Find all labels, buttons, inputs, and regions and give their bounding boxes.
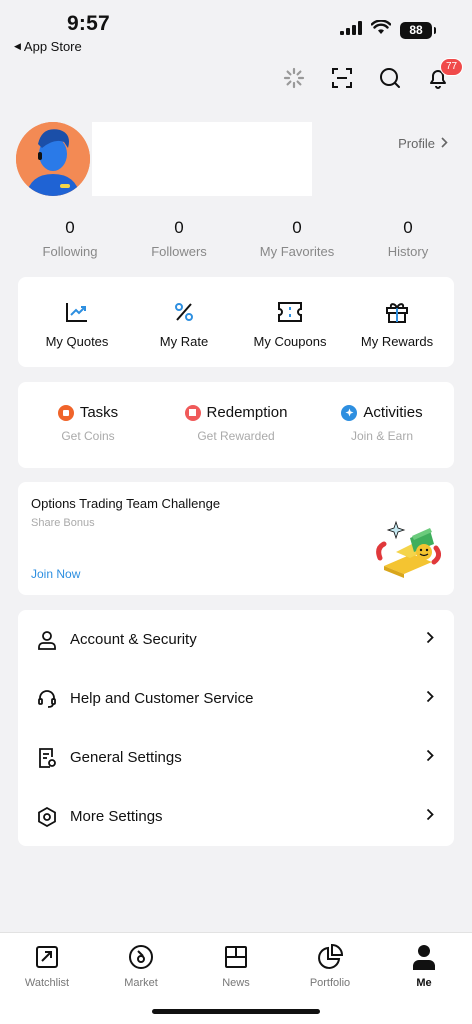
gift-icon (342, 299, 452, 325)
status-time: 9:57 (67, 12, 110, 35)
top-toolbar: 77 (282, 58, 464, 90)
coupon-icon (235, 299, 345, 325)
tab-news[interactable]: News (196, 943, 276, 989)
stat-following[interactable]: 0 Following (20, 218, 120, 259)
earn-subtitle: Join & Earn (350, 429, 414, 443)
tab-me[interactable]: Me (384, 943, 464, 989)
my-rate-button[interactable]: My Rate (129, 299, 239, 349)
tab-label: News (222, 977, 250, 989)
notification-bell-icon[interactable]: 77 (426, 58, 464, 90)
stat-value: 0 (174, 218, 184, 237)
status-bar: 9:57 ◀ App Store 88 (0, 0, 472, 60)
tab-label: Me (416, 977, 432, 989)
tab-portfolio[interactable]: Portfolio (290, 943, 370, 989)
chevron-right-icon (426, 808, 434, 826)
tab-label: Watchlist (24, 977, 70, 989)
chart-line-icon (22, 299, 132, 325)
wifi-icon (370, 19, 392, 40)
earn-subtitle: Get Coins (61, 429, 115, 443)
menu-item-label: Help and Customer Service (70, 690, 254, 707)
redemption-button[interactable]: Redemption Get Rewarded (166, 404, 306, 443)
earn-title: Tasks (79, 404, 119, 421)
earn-title: Activities (363, 404, 423, 421)
my-rewards-button[interactable]: My Rewards (342, 299, 452, 349)
my-coupons-button[interactable]: My Coupons (235, 299, 345, 349)
profile-link[interactable]: Profile (398, 136, 448, 151)
headset-icon (36, 688, 58, 710)
stats-row: 0 Following 0 Followers 0 My Favorites 0… (0, 218, 472, 262)
promo-illustration (374, 518, 446, 580)
menu-item-account-security[interactable]: Account & Security (18, 610, 454, 669)
profile-header: Profile (16, 122, 456, 198)
back-app-label: App Store (23, 39, 82, 54)
me-icon (384, 943, 464, 971)
tab-label: Portfolio (309, 977, 351, 989)
stat-value: 0 (292, 218, 302, 237)
stat-value: 0 (403, 218, 413, 237)
percent-icon (129, 299, 239, 325)
menu-item-label: Account & Security (70, 631, 197, 648)
user-icon (36, 629, 58, 651)
chevron-right-icon (426, 690, 434, 708)
earn-subtitle: Get Rewarded (197, 429, 275, 443)
my-quotes-button[interactable]: My Quotes (22, 299, 132, 349)
avatar[interactable] (16, 122, 90, 196)
profile-link-label: Profile (398, 136, 435, 151)
chevron-right-icon (426, 631, 434, 649)
stat-label: My Favorites (259, 244, 335, 259)
tab-market[interactable]: Market (101, 943, 181, 989)
chevron-right-icon (441, 136, 448, 151)
activities-button[interactable]: Activities Join & Earn (312, 404, 452, 443)
menu-item-label: More Settings (70, 808, 163, 825)
tasks-button[interactable]: Tasks Get Coins (18, 404, 158, 443)
chevron-right-icon (426, 749, 434, 767)
promo-title: Options Trading Team Challenge (31, 496, 221, 511)
earn-card: Tasks Get Coins Redemption Get Rewarded … (18, 382, 454, 468)
quick-actions-card: My Quotes My Rate My Coupons My Rewards (18, 277, 454, 367)
activities-icon (341, 404, 358, 421)
battery-indicator: 88 (400, 21, 436, 39)
join-now-link[interactable]: Join Now (31, 567, 80, 581)
promo-subtitle: Share Bonus (31, 517, 95, 529)
stat-label: Following (42, 244, 98, 259)
stat-history[interactable]: 0 History (358, 218, 458, 259)
hexagon-gear-icon (36, 806, 58, 828)
quick-action-label: My Rewards (360, 334, 434, 349)
menu-item-help-customer-service[interactable]: Help and Customer Service (18, 669, 454, 728)
quick-action-label: My Coupons (253, 334, 327, 349)
tab-watchlist[interactable]: Watchlist (7, 943, 87, 989)
settings-doc-icon (36, 747, 58, 769)
loading-spinner-icon (282, 66, 306, 90)
stat-value: 0 (65, 218, 75, 237)
home-indicator (152, 1009, 320, 1014)
tab-label: Market (124, 977, 158, 989)
back-to-app-link[interactable]: ◀ App Store (14, 39, 82, 54)
promo-banner[interactable]: Options Trading Team Challenge Share Bon… (18, 482, 454, 595)
watchlist-icon (7, 943, 87, 971)
menu-item-more-settings[interactable]: More Settings (18, 787, 454, 846)
portfolio-icon (290, 943, 370, 971)
system-icons: 88 (340, 19, 436, 40)
stat-my-favorites[interactable]: 0 My Favorites (247, 218, 347, 259)
menu-item-label: General Settings (70, 749, 182, 766)
stat-followers[interactable]: 0 Followers (129, 218, 229, 259)
earn-title: Redemption (206, 404, 288, 421)
username-redacted (92, 122, 312, 196)
redemption-icon (184, 404, 201, 421)
stat-label: Followers (151, 244, 207, 259)
settings-menu: Account & Security Help and Customer Ser… (18, 610, 454, 846)
market-icon (101, 943, 181, 971)
quick-action-label: My Quotes (45, 334, 109, 349)
search-icon[interactable] (378, 66, 402, 90)
notification-badge: 77 (440, 58, 464, 76)
stat-label: History (387, 244, 429, 259)
quick-action-label: My Rate (159, 334, 209, 349)
menu-item-general-settings[interactable]: General Settings (18, 728, 454, 787)
tasks-icon (57, 404, 74, 421)
back-arrow-icon: ◀ (14, 41, 21, 51)
news-icon (196, 943, 276, 971)
scan-icon[interactable] (330, 66, 354, 90)
signal-icon (340, 20, 362, 40)
